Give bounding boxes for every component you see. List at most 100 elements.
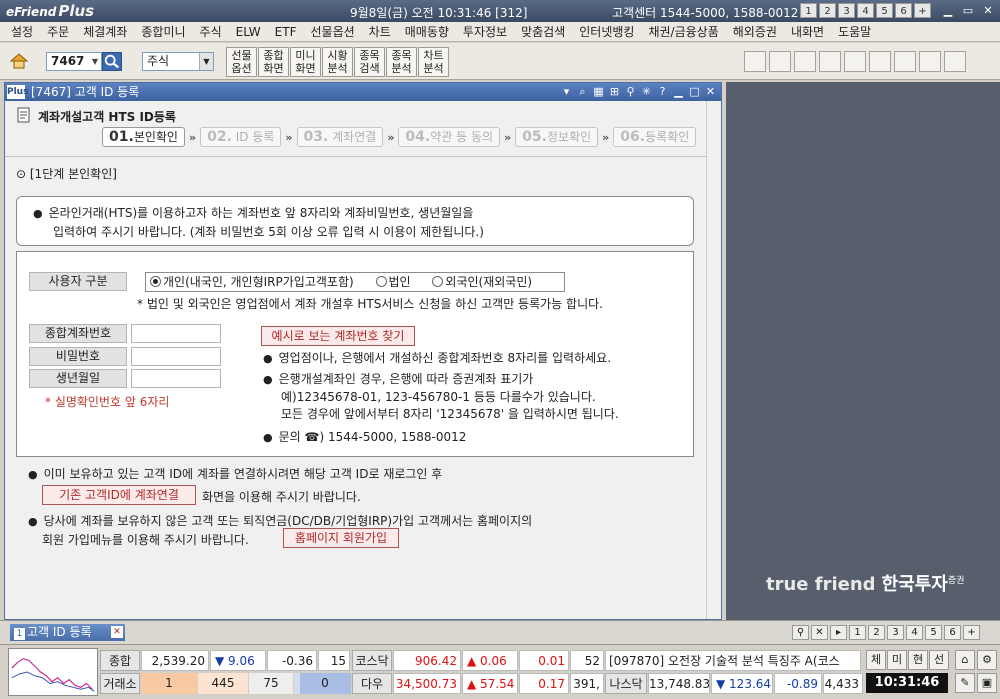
settings-icon[interactable]: ✳ [640, 83, 653, 101]
tools-icon[interactable]: ✎ [955, 673, 975, 693]
link-icon[interactable]: ⊞ [608, 83, 621, 101]
password-input[interactable] [131, 347, 221, 366]
task-tab-5[interactable]: 5 [925, 625, 942, 640]
screen-tab-6[interactable]: 6 [895, 3, 912, 18]
radio-foreigner[interactable]: 외국인(재외국민) [428, 275, 532, 289]
date-time: 9월8일(금) 오전 10:31:46 [312] [350, 6, 528, 20]
menu-info[interactable]: 투자정보 [456, 23, 514, 40]
menu-myscreen[interactable]: 내화면 [784, 23, 831, 40]
market-select[interactable]: 주식 ▼ [142, 52, 214, 71]
minimize-icon[interactable]: ▁ [672, 83, 685, 101]
mode-button-sun[interactable]: 선 [929, 650, 949, 670]
quick-analysis-button[interactable]: 종목 분석 [386, 47, 417, 77]
layout-icon[interactable] [769, 51, 791, 72]
close-icon[interactable]: ✕ [111, 626, 123, 638]
info-line-2c: 모든 경우에 앞에서부터 8자리 '12345678' 을 입력하시면 됩니다. [281, 407, 619, 421]
stock-code-input[interactable]: 7467 ▼ [46, 52, 102, 71]
screen-tab-4[interactable]: 4 [857, 3, 874, 18]
home-icon[interactable] [8, 51, 30, 71]
radio-individual[interactable]: 개인(내국인, 개인형IRP가입고객포함) [146, 275, 354, 289]
birth-input[interactable] [131, 369, 221, 388]
menu-futures[interactable]: 선물옵션 [303, 23, 361, 40]
screen-tab-1[interactable]: 1 [800, 3, 817, 18]
menu-chart[interactable]: 차트 [362, 23, 398, 40]
menu-overseas[interactable]: 해외증권 [726, 23, 784, 40]
example-account-button[interactable]: 예시로 보는 계좌번호 찾기 [261, 326, 415, 346]
task-tab-4[interactable]: 4 [906, 625, 923, 640]
step-4: 04.약관 등 동의 [398, 127, 501, 147]
lock-icon[interactable]: ▣ [977, 673, 997, 693]
scrollbar[interactable] [706, 101, 721, 619]
pin-icon[interactable]: ⚲ [624, 83, 637, 101]
menu-search[interactable]: 맞춤검색 [514, 23, 572, 40]
existing-id-tail: 화면을 이용해 주시기 바랍니다. [202, 490, 361, 504]
clock-icon[interactable] [944, 51, 966, 72]
screen-tab-5[interactable]: 5 [876, 3, 893, 18]
quick-overview-button[interactable]: 종합 화면 [258, 47, 289, 77]
zoom-icon[interactable]: ⌕ [576, 83, 589, 101]
menu-bonds[interactable]: 채권/금융상품 [641, 23, 725, 40]
pin-icon[interactable]: ⚲ [792, 625, 809, 640]
wizard-title: 계좌개설고객 HTS ID등록 [38, 110, 176, 124]
arrow-right-icon[interactable]: ▸ [830, 625, 847, 640]
calculator-icon[interactable] [894, 51, 916, 72]
kosdaq-label: 코스닥 [352, 650, 392, 671]
edit-icon[interactable] [794, 51, 816, 72]
mode-button-mi[interactable]: 미 [887, 650, 907, 670]
quick-chart-button[interactable]: 차트 분석 [418, 47, 449, 77]
screen-tab-3[interactable]: 3 [838, 3, 855, 18]
task-tab-1[interactable]: 1 [849, 625, 866, 640]
task-tab-add[interactable]: + [963, 625, 980, 640]
kosdaq-percent: 0.01 [519, 650, 569, 671]
menu-execution[interactable]: 체결계좌 [76, 23, 134, 40]
save-icon[interactable] [869, 51, 891, 72]
app-logo: eFriend Plus [6, 2, 95, 20]
monitor-icon[interactable] [744, 51, 766, 72]
print-icon[interactable] [919, 51, 941, 72]
task-tab-2[interactable]: 2 [868, 625, 885, 640]
grid-icon[interactable]: ▦ [592, 83, 605, 101]
menu-help[interactable]: 도움말 [831, 23, 878, 40]
maximize-icon[interactable]: ▭ [960, 3, 976, 18]
screen-tab-2[interactable]: 2 [819, 3, 836, 18]
news-ticker[interactable]: [097870] 오전장 기술적 분석 특징주 A(코스 [605, 650, 861, 671]
task-tab-6[interactable]: 6 [944, 625, 961, 640]
menu-trend[interactable]: 매매동향 [398, 23, 456, 40]
account-input[interactable] [131, 324, 221, 343]
window-badge: Plus [7, 85, 29, 99]
mode-button-che[interactable]: 체 [866, 650, 886, 670]
quick-mini-button[interactable]: 미니 화면 [290, 47, 321, 77]
mode-button-hyun[interactable]: 현 [908, 650, 928, 670]
zoom-out-icon[interactable]: ▾ [560, 83, 573, 101]
task-tab-3[interactable]: 3 [887, 625, 904, 640]
radio-corporate[interactable]: 법인 [372, 275, 411, 289]
existing-id-link-button[interactable]: 기존 고객ID에 계좌연결 [42, 485, 196, 505]
help-icon[interactable]: ? [656, 83, 669, 101]
maximize-icon[interactable]: □ [688, 83, 701, 101]
search-button[interactable] [102, 52, 122, 71]
menu-etf[interactable]: ETF [268, 25, 304, 39]
window-icon[interactable] [819, 51, 841, 72]
quick-market-button[interactable]: 시황 분석 [322, 47, 353, 77]
settings-icon[interactable]: ⚙ [977, 650, 997, 670]
menu-banking[interactable]: 인터넷뱅킹 [572, 23, 641, 40]
quick-search-button[interactable]: 종목 검색 [354, 47, 385, 77]
menu-order[interactable]: 주문 [40, 23, 76, 40]
menu-mini[interactable]: 종합미니 [134, 23, 192, 40]
dow-change: ▲ 57.54 [462, 673, 518, 694]
task-tab-id-register[interactable]: 1 고객 ID 등록 ✕ [10, 624, 125, 641]
link-icon[interactable] [844, 51, 866, 72]
minimize-icon[interactable]: ▁ [940, 3, 956, 18]
menu-settings[interactable]: 설정 [4, 23, 40, 40]
quick-futures-button[interactable]: 선물 옵션 [226, 47, 257, 77]
bullet-icon: ● [33, 207, 43, 220]
close-icon[interactable]: ✕ [704, 83, 717, 101]
homepage-signup-button[interactable]: 홈페이지 회원가입 [283, 528, 399, 548]
window-title: [7467] 고객 ID 등록 [31, 85, 140, 99]
home-icon[interactable]: ⌂ [955, 650, 975, 670]
menu-stock[interactable]: 주식 [193, 23, 229, 40]
screen-tab-add[interactable]: + [914, 3, 931, 18]
close-all-icon[interactable]: ✕ [811, 625, 828, 640]
menu-elw[interactable]: ELW [229, 25, 268, 39]
close-icon[interactable]: ✕ [980, 3, 996, 18]
